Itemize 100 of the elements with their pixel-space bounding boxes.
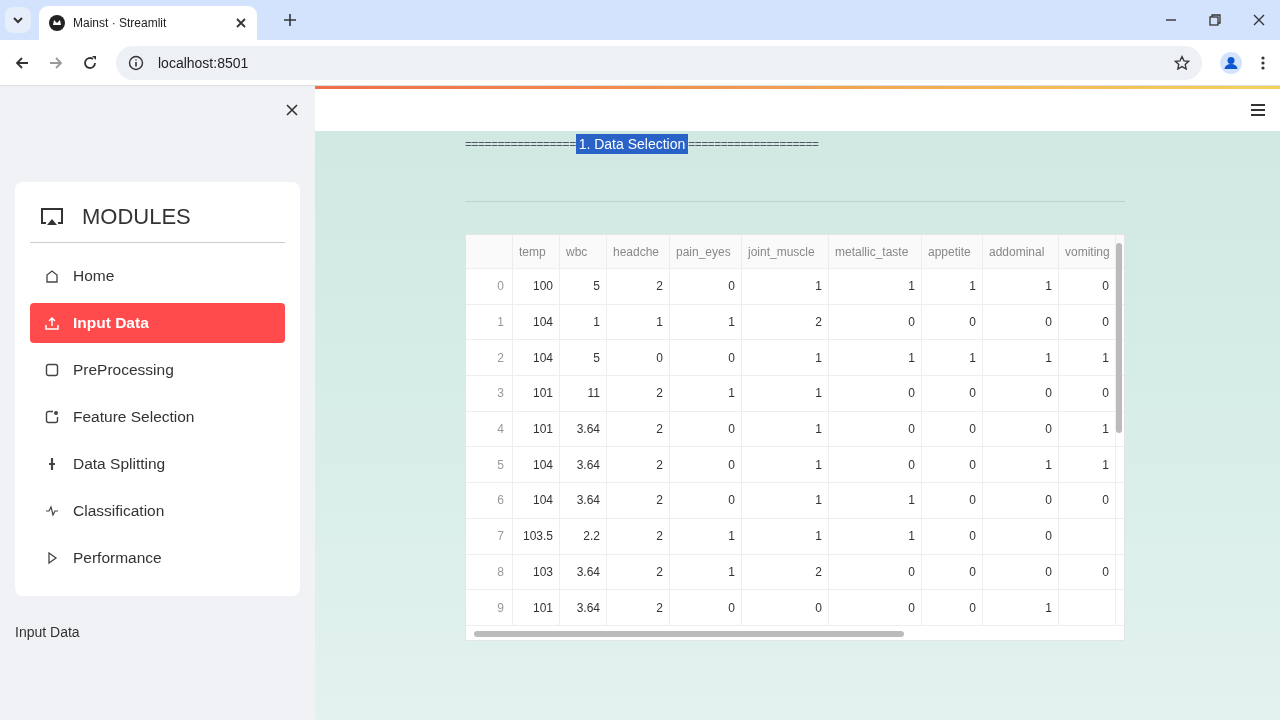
row-index: 9	[466, 590, 513, 625]
table-cell: 11	[560, 376, 607, 411]
table-cell: 0	[670, 269, 742, 304]
table-cell: 5	[560, 269, 607, 304]
address-field[interactable]: localhost:8501	[116, 45, 1202, 80]
menu-item[interactable]: Performance	[30, 538, 285, 578]
table-cell: 0	[922, 376, 983, 411]
row-index: 8	[466, 554, 513, 590]
menu-icon[interactable]	[1250, 103, 1266, 117]
sidebar-caption: Input Data	[15, 624, 80, 640]
new-tab-icon[interactable]	[283, 13, 297, 27]
table-cell: 0	[922, 447, 983, 483]
table-cell: 1	[983, 447, 1059, 483]
table-cell: 1	[670, 376, 742, 411]
horizontal-scrollbar[interactable]	[474, 630, 904, 637]
table-cell: 0	[983, 483, 1059, 518]
heading-rule: ====================	[688, 137, 819, 151]
crown-icon	[49, 15, 65, 31]
play-icon	[45, 551, 59, 565]
table-cell: 0	[1059, 483, 1116, 518]
heading-rule: =================	[465, 137, 576, 151]
table-cell: 1	[742, 518, 829, 554]
table-cell: 2	[742, 554, 829, 590]
browser-tab[interactable]: Mainst · Streamlit	[39, 6, 257, 40]
table-cell: 104	[513, 304, 560, 340]
table-cell: 103	[513, 554, 560, 590]
table-cell: 0	[922, 304, 983, 340]
close-icon[interactable]	[235, 17, 247, 29]
column-header[interactable]: wbc	[560, 235, 607, 268]
column-header[interactable]: temp	[513, 235, 560, 268]
table-cell: 0	[670, 340, 742, 376]
table-cell: 2	[607, 518, 670, 554]
table-cell: 2	[607, 411, 670, 447]
table-cell: 0	[983, 411, 1059, 447]
table-cell: 0	[670, 483, 742, 518]
column-header[interactable]: joint_muscle	[742, 235, 829, 268]
menu-item[interactable]: Classification	[30, 491, 285, 531]
table-cell: 1	[922, 340, 983, 376]
reload-icon[interactable]	[82, 54, 98, 71]
column-header[interactable]: appetite	[922, 235, 983, 268]
tab-list-button[interactable]	[5, 7, 31, 33]
table-cell: 1	[829, 483, 922, 518]
table-cell: 1	[829, 269, 922, 304]
table-cell: 1	[670, 554, 742, 590]
menu-item[interactable]: Input Data	[30, 303, 285, 343]
table-cell: 0	[983, 304, 1059, 340]
table-cell: 3.64	[560, 447, 607, 483]
column-header[interactable]: metallic_taste	[829, 235, 922, 268]
table-cell: 1	[742, 447, 829, 483]
table-cell: 100	[513, 269, 560, 304]
profile-icon[interactable]	[1220, 51, 1242, 74]
table-cell: 2	[607, 483, 670, 518]
column-header[interactable]: addominal	[983, 235, 1059, 268]
upload-icon	[45, 316, 59, 330]
table-cell: 0	[983, 518, 1059, 554]
table-cell: 2.2	[560, 518, 607, 554]
close-icon[interactable]	[1252, 13, 1266, 27]
row-index: 1	[466, 304, 513, 340]
more-icon[interactable]	[1260, 54, 1266, 71]
close-icon[interactable]	[285, 103, 299, 117]
column-header[interactable]: pain_eyes	[670, 235, 742, 268]
row-index: 3	[466, 376, 513, 411]
section-heading: 1. Data Selection	[575, 134, 689, 154]
menu-item[interactable]: Home	[30, 256, 285, 296]
row-index: 2	[466, 340, 513, 376]
restore-icon[interactable]	[1208, 13, 1222, 27]
table-cell: 101	[513, 376, 560, 411]
table-cell: 5	[560, 340, 607, 376]
table-cell: 0	[922, 518, 983, 554]
column-header[interactable]: headche	[607, 235, 670, 268]
table-cell: 1	[829, 518, 922, 554]
table-cell: 0	[829, 554, 922, 590]
table-cell: 1	[670, 518, 742, 554]
star-icon[interactable]	[1174, 54, 1190, 71]
table-cell: 1	[983, 340, 1059, 376]
back-icon[interactable]	[14, 54, 30, 71]
table-cell: 1	[742, 376, 829, 411]
table-cell: 0	[983, 554, 1059, 590]
vertical-scrollbar[interactable]	[1116, 243, 1122, 433]
screen-icon	[40, 207, 64, 227]
menu-item[interactable]: Data Splitting	[30, 444, 285, 484]
table-cell: 1	[742, 411, 829, 447]
table-cell: 3.64	[560, 554, 607, 590]
menu-item[interactable]: PreProcessing	[30, 350, 285, 390]
forward-icon[interactable]	[48, 54, 64, 71]
table-cell: 0	[922, 483, 983, 518]
dot-square-icon	[45, 410, 59, 424]
table-cell: 2	[607, 554, 670, 590]
row-index: 0	[466, 269, 513, 304]
table-cell: 1	[829, 340, 922, 376]
table-cell: 104	[513, 483, 560, 518]
table-cell: 0	[983, 376, 1059, 411]
menu-title: MODULES	[82, 204, 191, 230]
table-cell: 0	[607, 340, 670, 376]
table-cell: 0	[829, 447, 922, 483]
menu-item[interactable]: Feature Selection	[30, 397, 285, 437]
table-cell: 2	[607, 269, 670, 304]
pulse-icon	[45, 504, 59, 518]
info-icon	[128, 54, 144, 71]
table-cell: 104	[513, 447, 560, 483]
